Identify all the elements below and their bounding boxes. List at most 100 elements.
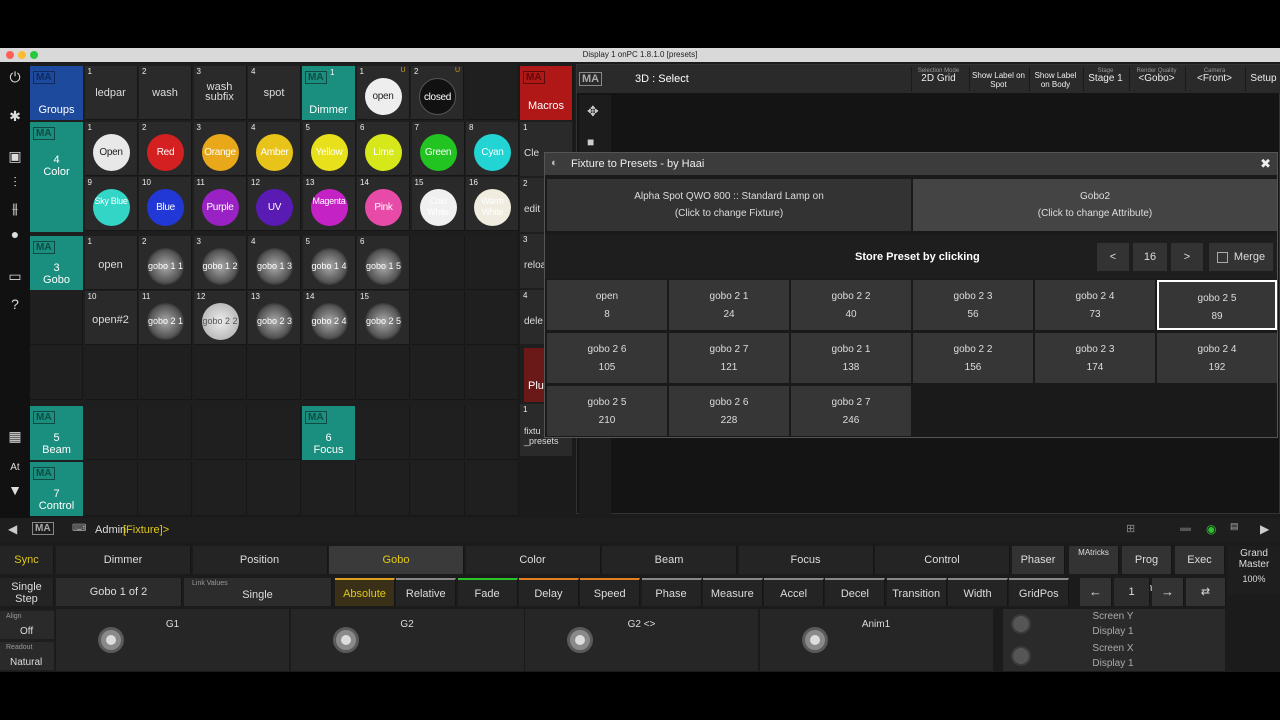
- change-attribute-button[interactable]: Gobo2 (Click to change Attribute): [913, 179, 1277, 231]
- empty-slot[interactable]: [84, 346, 138, 400]
- groups-pool-head[interactable]: MA Groups: [30, 66, 83, 120]
- fader-icon[interactable]: ⫵: [7, 200, 23, 216]
- sync-button[interactable]: Sync: [0, 546, 54, 574]
- page-prev-button[interactable]: ←: [1080, 578, 1112, 606]
- encoder-knob-icon[interactable]: [98, 627, 124, 653]
- camera-icon[interactable]: ■: [587, 135, 594, 149]
- gobo-pool-head[interactable]: MA 3 Gobo: [30, 236, 83, 290]
- color-preset[interactable]: 8 Cyan: [466, 122, 519, 176]
- readout-button[interactable]: Readout Natural: [0, 642, 54, 670]
- color-pool-head[interactable]: MA 4 Color: [30, 122, 83, 232]
- empty-slot[interactable]: [139, 462, 192, 516]
- group-item[interactable]: 1 ledpar: [84, 66, 138, 120]
- color-preset[interactable]: 13 Magenta: [302, 177, 356, 231]
- store-preset-tile[interactable]: gobo 2 1 138: [791, 333, 911, 383]
- store-preset-tile[interactable]: gobo 2 2 40: [791, 280, 911, 330]
- dimmer-preset[interactable]: 1 Uopen: [356, 66, 410, 120]
- store-preset-tile[interactable]: gobo 2 6 228: [669, 386, 789, 436]
- feature-page-indicator[interactable]: Gobo 1 of 2: [56, 578, 182, 606]
- color-preset[interactable]: 12 UV: [248, 177, 301, 231]
- feature-dimmer-button[interactable]: Dimmer: [56, 546, 191, 574]
- feature-color-button[interactable]: Color: [465, 546, 601, 574]
- color-preset[interactable]: 11 Purple: [193, 177, 247, 231]
- color-preset[interactable]: 15 Cold White: [411, 177, 465, 231]
- dimmer-pool-head[interactable]: MA 1 Dimmer: [302, 66, 355, 120]
- move-icon[interactable]: ✥: [587, 103, 599, 120]
- at-icon[interactable]: At: [7, 460, 23, 476]
- step-next-button[interactable]: >: [1171, 243, 1203, 271]
- layer-absolute-button[interactable]: Absolute: [335, 578, 395, 606]
- gobo-preset[interactable]: 6 gobo 1 5: [357, 236, 410, 290]
- viewer-tab[interactable]: Stage Stage 1: [1083, 67, 1127, 91]
- left-arrow-icon[interactable]: ◀: [8, 522, 17, 536]
- group-item[interactable]: 4 spot: [248, 66, 301, 120]
- store-preset-tile[interactable]: gobo 2 2 156: [913, 333, 1033, 383]
- layer-relative-button[interactable]: Relative: [396, 578, 457, 606]
- encoder-knob-icon[interactable]: [801, 627, 828, 653]
- empty-slot[interactable]: [466, 291, 519, 345]
- empty-slot[interactable]: [84, 462, 138, 516]
- viewer-tab[interactable]: Show Label on Spot: [969, 67, 1027, 91]
- keyboard-icon[interactable]: ▦: [7, 428, 23, 444]
- gobo-preset[interactable]: 2 gobo 1 1: [139, 236, 192, 290]
- store-preset-tile[interactable]: open 8: [547, 280, 667, 330]
- color-preset[interactable]: 9 Sky Blue: [84, 177, 138, 231]
- keyboard-icon[interactable]: ⌨: [72, 523, 86, 534]
- color-preset[interactable]: 2 Red: [139, 122, 192, 176]
- macros-pool-head[interactable]: MA Macros: [520, 66, 572, 120]
- layer-phase-button[interactable]: Phase: [641, 578, 702, 606]
- color-preset[interactable]: 14 Pink: [357, 177, 410, 231]
- grand-master[interactable]: Grand Master 100%: [1228, 546, 1280, 594]
- prog-time-button[interactable]: Prog Time: [1122, 546, 1172, 594]
- gobo-preset[interactable]: 4 gobo 1 3: [248, 236, 301, 290]
- matricks-button[interactable]: MAtricks: [1069, 546, 1119, 574]
- change-fixture-button[interactable]: Alpha Spot QWO 800 :: Standard Lamp on (…: [547, 179, 911, 231]
- layer-transition-button[interactable]: Transition: [886, 578, 947, 606]
- encoder-4[interactable]: Anim1: [759, 609, 993, 671]
- layer-accel-button[interactable]: Accel: [764, 578, 825, 606]
- empty-slot[interactable]: [466, 236, 519, 290]
- color-preset[interactable]: 1 Open: [84, 122, 138, 176]
- right-arrow-icon[interactable]: ▶: [1260, 522, 1269, 536]
- store-preset-tile[interactable]: gobo 2 7 246: [791, 386, 911, 436]
- viewer-tab[interactable]: Render Quality <Gobo>: [1129, 67, 1183, 91]
- feature-focus-button[interactable]: Focus: [738, 546, 874, 574]
- layer-measure-button[interactable]: Measure: [702, 578, 763, 606]
- gobo-preset[interactable]: 1 open: [84, 236, 138, 290]
- layer-width-button[interactable]: Width: [948, 578, 1008, 606]
- gobo-preset[interactable]: 5 gobo 1 4: [302, 236, 356, 290]
- sliders-icon[interactable]: ⫶: [7, 174, 23, 190]
- empty-slot[interactable]: [139, 406, 192, 460]
- color-preset[interactable]: 6 Lime: [357, 122, 410, 176]
- gobo-preset[interactable]: 14 gobo 2 4: [302, 291, 356, 345]
- empty-slot[interactable]: [411, 462, 465, 516]
- encoder-3[interactable]: G2 <>: [525, 609, 758, 671]
- empty-slot[interactable]: [466, 406, 519, 460]
- viewer-tab[interactable]: Show Label on Body: [1029, 67, 1081, 91]
- empty-slot[interactable]: [248, 462, 301, 516]
- focus-pool-head[interactable]: MA 6 Focus: [302, 406, 355, 460]
- layer-speed-button[interactable]: Speed: [580, 578, 641, 606]
- gobo-preset[interactable]: 12 gobo 2 2: [193, 291, 247, 345]
- empty-slot[interactable]: [357, 346, 410, 400]
- viewer-tab[interactable]: Camera <Front>: [1185, 67, 1243, 91]
- setup-button[interactable]: Setup: [1245, 67, 1280, 91]
- empty-slot[interactable]: [193, 406, 247, 460]
- store-preset-tile[interactable]: gobo 2 4 192: [1157, 333, 1277, 383]
- single-step-button[interactable]: Single Step: [0, 578, 54, 606]
- layer-decel-button[interactable]: Decel: [825, 578, 886, 606]
- feature-gobo-button[interactable]: Gobo: [329, 546, 464, 574]
- color-preset[interactable]: 5 Yellow: [302, 122, 356, 176]
- step-prev-button[interactable]: <: [1097, 243, 1129, 271]
- merge-checkbox[interactable]: [1216, 251, 1228, 263]
- color-preset[interactable]: 4 Amber: [248, 122, 301, 176]
- color-preset[interactable]: 10 Blue: [139, 177, 192, 231]
- minimize-window-button[interactable]: [18, 51, 26, 59]
- store-preset-tile[interactable]: gobo 2 4 73: [1035, 280, 1155, 330]
- empty-slot[interactable]: [302, 462, 356, 516]
- network-icon[interactable]: ⊞: [1126, 522, 1135, 535]
- command-line-input[interactable]: Admin [Fixture]>: [90, 520, 1110, 540]
- encoder-knob-icon[interactable]: [332, 627, 359, 653]
- encoder-knob-icon[interactable]: [567, 627, 593, 653]
- power-icon[interactable]: ⏻: [7, 69, 23, 85]
